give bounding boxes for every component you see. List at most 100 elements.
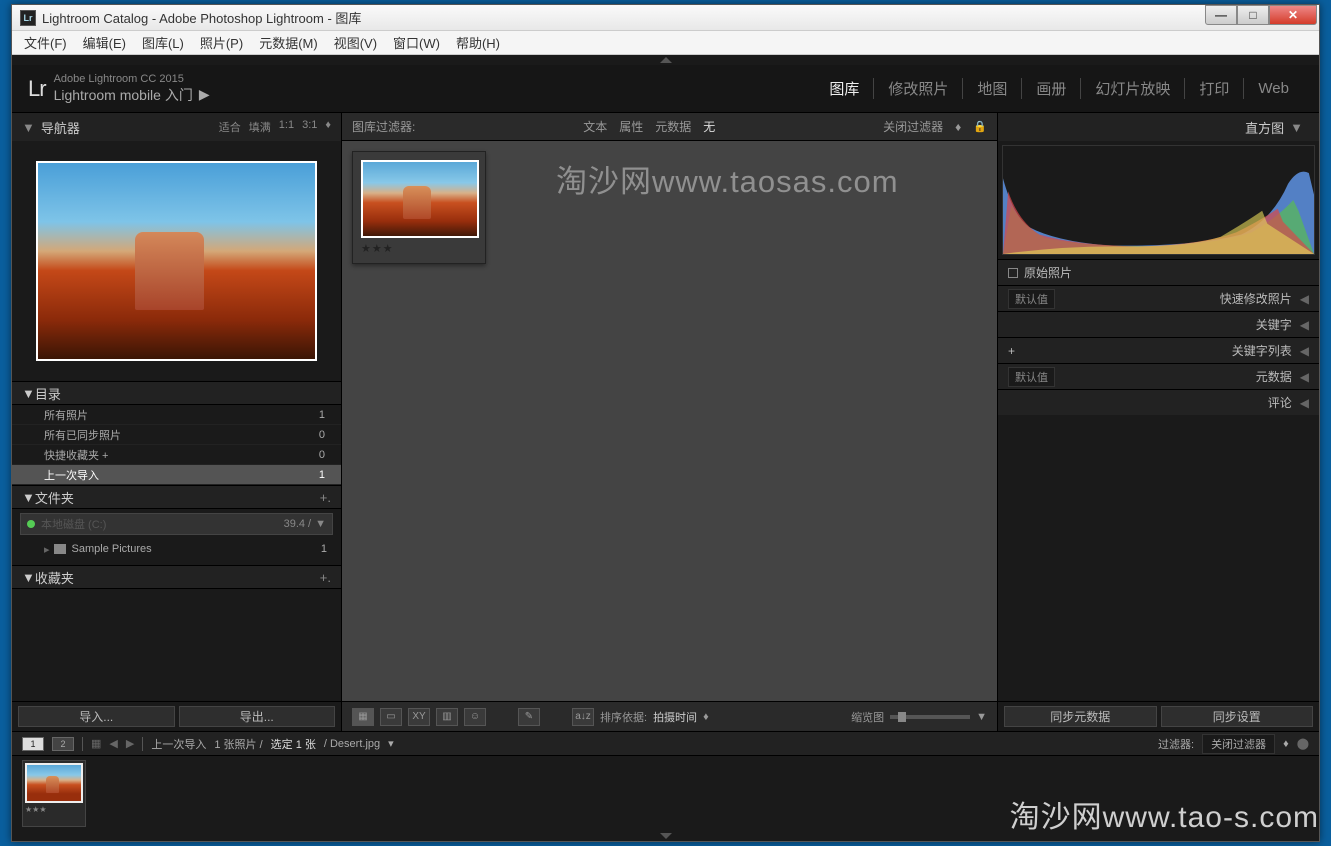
breadcrumb-menu-icon[interactable]: ▾ [388, 737, 394, 750]
grid-view[interactable]: ★★★ [342, 141, 997, 701]
nav-1to1[interactable]: 1:1 [279, 119, 294, 135]
maximize-button[interactable]: □ [1237, 5, 1269, 25]
menu-edit[interactable]: 编辑(E) [77, 31, 132, 54]
filter-value[interactable]: 关闭过滤器 [1202, 734, 1275, 754]
secondary-display-button[interactable]: 2 [52, 737, 74, 751]
filmstrip-image[interactable] [25, 763, 83, 803]
logo: Lr [28, 76, 46, 102]
import-button[interactable]: 导入... [18, 706, 175, 727]
go-back-icon[interactable]: ◀ [109, 737, 117, 750]
collections-title: 收藏夹 [35, 568, 74, 587]
close-filter[interactable]: 关闭过滤器 [883, 118, 943, 135]
right-panel: 直方图 ▼ 原始照片 默认值 快速修改照片 [997, 113, 1319, 731]
comments-header[interactable]: 评论◀ [998, 389, 1319, 415]
thumbnail-slider[interactable] [890, 715, 970, 719]
topbar-collapse[interactable] [12, 55, 1319, 65]
filter-menu-icon[interactable]: ♦ [955, 120, 961, 134]
metadata-preset-dropdown[interactable]: 默认值 [1008, 367, 1055, 387]
original-row[interactable]: 原始照片 [998, 259, 1319, 285]
sort-menu-icon[interactable]: ♦ [703, 711, 709, 723]
filter-menu-icon[interactable]: ♦ [1283, 738, 1289, 750]
catalog-header[interactable]: ▼ 目录 [12, 381, 341, 405]
volume-bar[interactable]: 本地磁盘 (C:) 39.4 / ▼ [20, 513, 333, 535]
filter-none[interactable]: 无 [703, 118, 715, 135]
histogram[interactable] [1002, 145, 1315, 255]
go-forward-icon[interactable]: ▶ [126, 737, 134, 750]
disclose-icon: ▼ [22, 490, 35, 505]
module-develop[interactable]: 修改照片 [874, 78, 963, 99]
module-web[interactable]: Web [1244, 80, 1303, 97]
play-icon: ▶ [199, 86, 210, 103]
module-map[interactable]: 地图 [963, 78, 1022, 99]
nav-fit[interactable]: 适合 [219, 119, 241, 135]
folder-item[interactable]: ▸ Sample Pictures 1 [12, 539, 341, 559]
add-folder-icon[interactable]: +. [320, 490, 331, 505]
loupe-view-icon[interactable]: ▭ [380, 708, 402, 726]
export-button[interactable]: 导出... [179, 706, 336, 727]
menu-view[interactable]: 视图(V) [328, 31, 383, 54]
navigator-preview[interactable] [36, 161, 317, 361]
filter-attribute[interactable]: 属性 [619, 118, 643, 135]
thumbnail-image[interactable] [361, 160, 479, 238]
survey-view-icon[interactable]: ▥ [436, 708, 458, 726]
breadcrumb[interactable]: 上一次导入 [151, 736, 206, 752]
volume-menu-icon[interactable]: ▼ [315, 518, 326, 530]
collections-header[interactable]: ▼ 收藏夹 +. [12, 565, 341, 589]
grid-icon[interactable]: ▦ [91, 737, 101, 750]
keywording-header[interactable]: 关键字◀ [998, 311, 1319, 337]
nav-fill[interactable]: 填满 [249, 119, 271, 135]
close-button[interactable]: ✕ [1269, 5, 1317, 25]
histogram-header[interactable]: 直方图 ▼ [998, 113, 1319, 141]
filmstrip-thumb[interactable]: ★★★ [22, 760, 86, 827]
catalog-synced[interactable]: 所有已同步照片0 [12, 425, 341, 445]
primary-display-button[interactable]: 1 [22, 737, 44, 751]
menu-window[interactable]: 窗口(W) [387, 31, 446, 54]
compare-view-icon[interactable]: XY [408, 708, 430, 726]
volume-name: 本地磁盘 (C:) [41, 516, 106, 532]
rating-stars[interactable]: ★★★ [361, 242, 477, 255]
keyword-list-header[interactable]: + 关键字列表◀ [998, 337, 1319, 363]
minimize-button[interactable]: — [1205, 5, 1237, 25]
catalog-all-photos[interactable]: 所有照片1 [12, 405, 341, 425]
painter-icon[interactable]: ✎ [518, 708, 540, 726]
mobile-link[interactable]: Lightroom mobile 入门 [54, 85, 193, 105]
filmstrip-collapse[interactable] [12, 831, 1319, 841]
catalog-last-import[interactable]: 上一次导入1 [12, 465, 341, 485]
menu-help[interactable]: 帮助(H) [450, 31, 506, 54]
metadata-header[interactable]: 默认值 元数据◀ [998, 363, 1319, 389]
nav-3to1[interactable]: 3:1 [302, 119, 317, 135]
grid-cell[interactable]: ★★★ [352, 151, 486, 264]
menu-photo[interactable]: 照片(P) [194, 31, 249, 54]
menu-library[interactable]: 图库(L) [136, 31, 190, 54]
sync-metadata-button[interactable]: 同步元数据 [1004, 706, 1157, 727]
filter-metadata[interactable]: 元数据 [655, 118, 691, 135]
lock-icon[interactable]: 🔒 [973, 120, 987, 133]
folders-header[interactable]: ▼ 文件夹 +. [12, 485, 341, 509]
sync-settings-button[interactable]: 同步设置 [1161, 706, 1314, 727]
filmstrip[interactable]: ★★★ [12, 755, 1319, 831]
add-collection-icon[interactable]: +. [320, 570, 331, 585]
quick-develop-header[interactable]: 默认值 快速修改照片◀ [998, 285, 1319, 311]
filter-text[interactable]: 文本 [583, 118, 607, 135]
checkbox-icon[interactable] [1008, 268, 1018, 278]
module-book[interactable]: 画册 [1022, 78, 1081, 99]
module-slideshow[interactable]: 幻灯片放映 [1081, 78, 1185, 99]
nav-zoom-menu[interactable]: ♦ [325, 119, 331, 135]
toolbar-menu-icon[interactable]: ▼ [976, 711, 987, 723]
sort-value[interactable]: 拍摄时间 [653, 709, 697, 725]
filter-switch-icon[interactable]: ⬤ [1297, 737, 1309, 750]
filter-label: 图库过滤器: [352, 118, 415, 135]
menu-metadata[interactable]: 元数据(M) [253, 31, 324, 54]
module-print[interactable]: 打印 [1185, 78, 1244, 99]
add-keyword-icon[interactable]: + [1008, 344, 1015, 358]
navigator-header[interactable]: ▼ 导航器 适合 填满 1:1 3:1 ♦ [12, 113, 341, 141]
center-area: 图库过滤器: 文本 属性 元数据 无 关闭过滤器 ♦ 🔒 ★★★ [342, 113, 997, 731]
sort-direction-icon[interactable]: a↓z [572, 708, 594, 726]
module-library[interactable]: 图库 [815, 78, 874, 99]
grid-view-icon[interactable]: ▦ [352, 708, 374, 726]
people-view-icon[interactable]: ☺ [464, 708, 486, 726]
preset-dropdown[interactable]: 默认值 [1008, 289, 1055, 309]
menu-file[interactable]: 文件(F) [18, 31, 73, 54]
catalog-quick[interactable]: 快捷收藏夹 +0 [12, 445, 341, 465]
photo-count: 1 张照片 / [214, 736, 262, 752]
